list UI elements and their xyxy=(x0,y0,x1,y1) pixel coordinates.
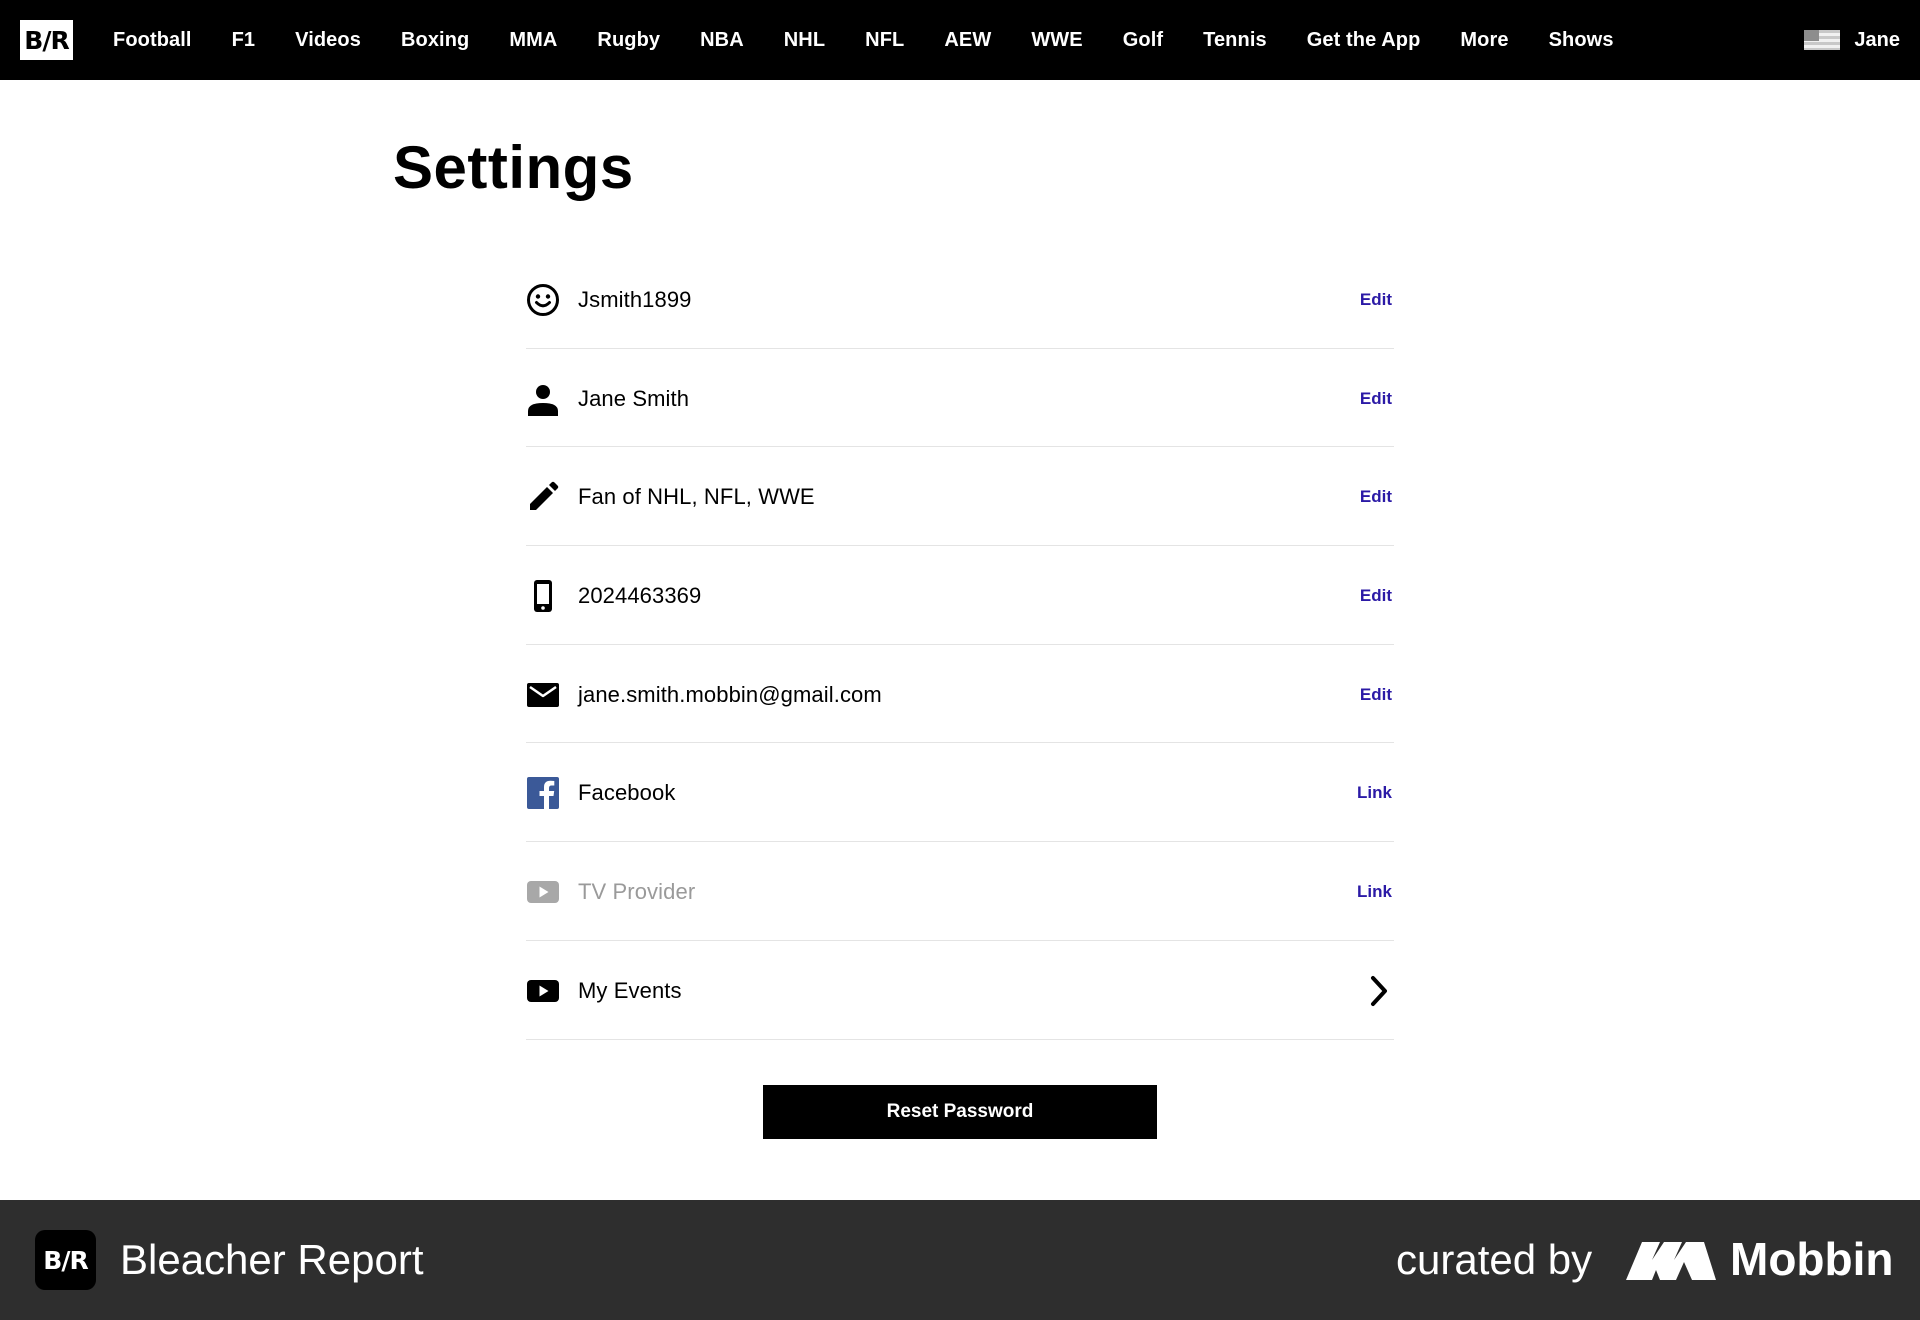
logo-text: B/R xyxy=(24,25,69,55)
setting-row-my-events[interactable]: My Events xyxy=(526,941,1394,1040)
pencil-icon xyxy=(526,480,560,514)
facebook-label: Facebook xyxy=(578,780,676,806)
mobbin-wordmark: Mobbin xyxy=(1730,1233,1894,1285)
page-title: Settings xyxy=(393,134,634,201)
footer-brand-name: Bleacher Report xyxy=(120,1236,424,1283)
nav-item-get-the-app[interactable]: Get the App xyxy=(1287,29,1441,52)
nav-item-mma[interactable]: MMA xyxy=(489,29,577,52)
setting-row-facebook: Facebook Link xyxy=(526,743,1394,843)
nav-item-boxing[interactable]: Boxing xyxy=(381,29,489,52)
footer-logo-text: B/R xyxy=(43,1245,88,1275)
bleacher-report-logo[interactable]: B/R xyxy=(20,20,73,60)
user-name: Jane xyxy=(1854,28,1900,51)
us-flag-icon xyxy=(1804,30,1841,50)
setting-row-tv-provider: TV Provider Link xyxy=(526,842,1394,941)
footer: B/R Bleacher Report curated by Mobbin xyxy=(0,1200,1920,1320)
bleacher-report-app-icon: B/R xyxy=(35,1230,96,1290)
link-facebook-button[interactable]: Link xyxy=(1357,783,1394,803)
setting-row-username: Jsmith1899 Edit xyxy=(526,250,1394,349)
nav-item-nhl[interactable]: NHL xyxy=(764,29,845,52)
full-name-value: Jane Smith xyxy=(578,385,690,411)
email-value: jane.smith.mobbin@gmail.com xyxy=(578,681,882,707)
curated-by-label: curated by xyxy=(1396,1236,1593,1283)
setting-row-name: Jane Smith Edit xyxy=(526,349,1394,448)
mail-icon xyxy=(526,678,560,712)
person-icon xyxy=(526,382,560,416)
nav-item-nfl[interactable]: NFL xyxy=(845,29,924,52)
settings-list: Jsmith1899 Edit Jane Smith Edit Fan of N… xyxy=(526,250,1394,1040)
edit-email-button[interactable]: Edit xyxy=(1360,685,1394,705)
setting-row-phone: 2024463369 Edit xyxy=(526,546,1394,645)
mobbin-logo-icon xyxy=(1626,1240,1716,1280)
edit-username-button[interactable]: Edit xyxy=(1360,290,1394,310)
nav-item-f1[interactable]: F1 xyxy=(212,29,276,52)
tv-provider-label: TV Provider xyxy=(578,878,696,904)
nav-item-football[interactable]: Football xyxy=(93,29,212,52)
setting-row-bio: Fan of NHL, NFL, WWE Edit xyxy=(526,447,1394,547)
facebook-icon xyxy=(526,776,560,810)
nav-item-rugby[interactable]: Rugby xyxy=(577,29,680,52)
reset-password-button[interactable]: Reset Password xyxy=(763,1085,1157,1139)
user-menu[interactable]: Jane xyxy=(1804,0,1900,80)
nav-item-aew[interactable]: AEW xyxy=(924,29,1011,52)
edit-phone-button[interactable]: Edit xyxy=(1360,586,1394,606)
nav-items: Football F1 Videos Boxing MMA Rugby NBA … xyxy=(93,0,1634,80)
edit-name-button[interactable]: Edit xyxy=(1360,389,1394,409)
nav-item-tennis[interactable]: Tennis xyxy=(1183,29,1287,52)
smiley-icon xyxy=(526,283,560,317)
chevron-right-icon[interactable] xyxy=(1364,974,1394,1008)
play-icon xyxy=(526,875,560,909)
username-value: Jsmith1899 xyxy=(578,286,692,312)
nav-item-shows[interactable]: Shows xyxy=(1529,29,1634,52)
top-nav: B/R Football F1 Videos Boxing MMA Rugby … xyxy=(0,0,1920,80)
nav-item-more[interactable]: More xyxy=(1440,29,1528,52)
nav-item-wwe[interactable]: WWE xyxy=(1011,29,1102,52)
setting-row-email: jane.smith.mobbin@gmail.com Edit xyxy=(526,645,1394,744)
phone-value: 2024463369 xyxy=(578,582,702,608)
edit-bio-button[interactable]: Edit xyxy=(1360,487,1394,507)
phone-icon xyxy=(526,579,560,613)
my-events-label: My Events xyxy=(578,977,682,1003)
nav-item-nba[interactable]: NBA xyxy=(680,29,764,52)
bio-value: Fan of NHL, NFL, WWE xyxy=(578,484,815,510)
nav-item-golf[interactable]: Golf xyxy=(1103,29,1183,52)
nav-item-videos[interactable]: Videos xyxy=(275,29,381,52)
link-tv-provider-button[interactable]: Link xyxy=(1357,882,1394,902)
play-icon xyxy=(526,974,560,1008)
